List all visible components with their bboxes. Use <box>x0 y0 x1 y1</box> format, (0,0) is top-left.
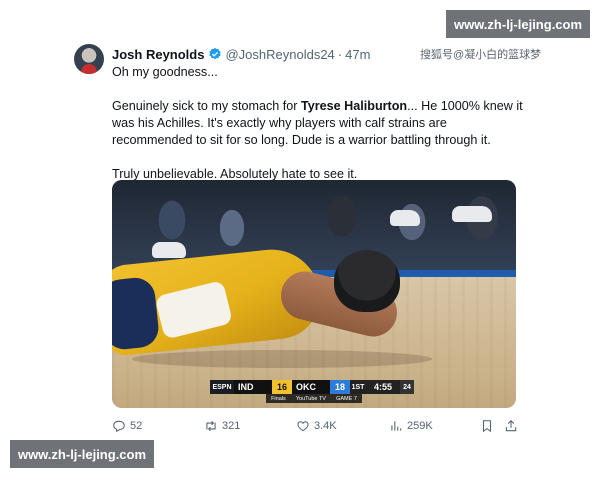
avatar[interactable] <box>74 44 104 74</box>
scorebug-clock: 4:55 <box>366 380 400 394</box>
subline-left: Finals <box>271 395 286 402</box>
bookmark-button[interactable] <box>480 418 498 434</box>
mention-bold: Tyrese Haliburton <box>300 99 408 113</box>
tweet-paragraph-2: Genuinely sick to my stomach for Tyrese … <box>112 98 524 149</box>
tweet-media-image[interactable]: ESPN IND 16 OKC 18 1ST 4:55 24 Finals Yo… <box>112 180 516 408</box>
watermark-bottom: www.zh-lj-lejing.com <box>10 440 154 468</box>
action-bar: 52 321 3.4K 259K <box>112 418 522 434</box>
views-icon <box>391 421 402 431</box>
retweet-icon <box>206 420 216 432</box>
like-count: 3.4K <box>314 420 337 432</box>
bookmark-icon <box>482 420 492 433</box>
subline-right: GAME 7 <box>336 395 357 402</box>
like-icon <box>297 421 309 432</box>
tweet-card: Josh Reynolds @JoshReynolds24 · 47m 搜狐号@… <box>72 36 541 436</box>
tweet-text: Oh my goodness... Genuinely sick to my s… <box>112 64 524 183</box>
scorebug-score-2: 18 <box>330 380 350 394</box>
scorebug-team-2: OKC <box>292 380 330 394</box>
scorebug-team-1: IND <box>234 380 272 394</box>
scorebug-shot-clock: 24 <box>400 380 414 394</box>
shoe-decoration <box>390 210 420 226</box>
player-shadow <box>132 350 432 368</box>
retweet-count: 321 <box>222 420 241 432</box>
scorebug: ESPN IND 16 OKC 18 1ST 4:55 24 <box>210 380 422 394</box>
player-head <box>334 250 400 312</box>
retweet-button[interactable]: 321 <box>204 418 240 434</box>
shoe-decoration <box>152 242 186 258</box>
reply-button[interactable]: 52 <box>112 418 142 434</box>
share-button[interactable] <box>504 418 522 434</box>
timestamp[interactable]: 47m <box>345 47 370 62</box>
reply-icon <box>113 420 125 433</box>
tweet-header: Josh Reynolds @JoshReynolds24 · 47m <box>112 45 370 63</box>
subline-mid: YouTube TV <box>295 395 326 402</box>
views-count: 259K <box>407 420 433 432</box>
scorebug-score-1: 16 <box>272 380 292 394</box>
tweet-line-1: Oh my goodness... <box>112 65 218 79</box>
verified-badge-icon <box>209 47 222 60</box>
author-handle[interactable]: @JoshReynolds24 <box>225 47 334 62</box>
like-button[interactable]: 3.4K <box>296 418 337 434</box>
reply-count: 52 <box>130 420 143 432</box>
author-name[interactable]: Josh Reynolds <box>112 47 204 62</box>
scorebug-network: ESPN <box>210 380 234 394</box>
watermark-top: www.zh-lj-lejing.com <box>446 10 590 38</box>
views-button[interactable]: 259K <box>389 418 433 434</box>
scorebug-quarter: 1ST <box>350 380 366 394</box>
shoe-decoration <box>452 206 492 222</box>
scorebug-subline: Finals YouTube TV GAME 7 <box>266 394 362 403</box>
share-icon <box>505 420 517 432</box>
p2-pre: Genuinely sick to my stomach for <box>112 99 301 113</box>
separator-dot: · <box>337 46 343 62</box>
cn-watermark: 搜狐号@凝小白的篮球梦 <box>420 49 542 61</box>
